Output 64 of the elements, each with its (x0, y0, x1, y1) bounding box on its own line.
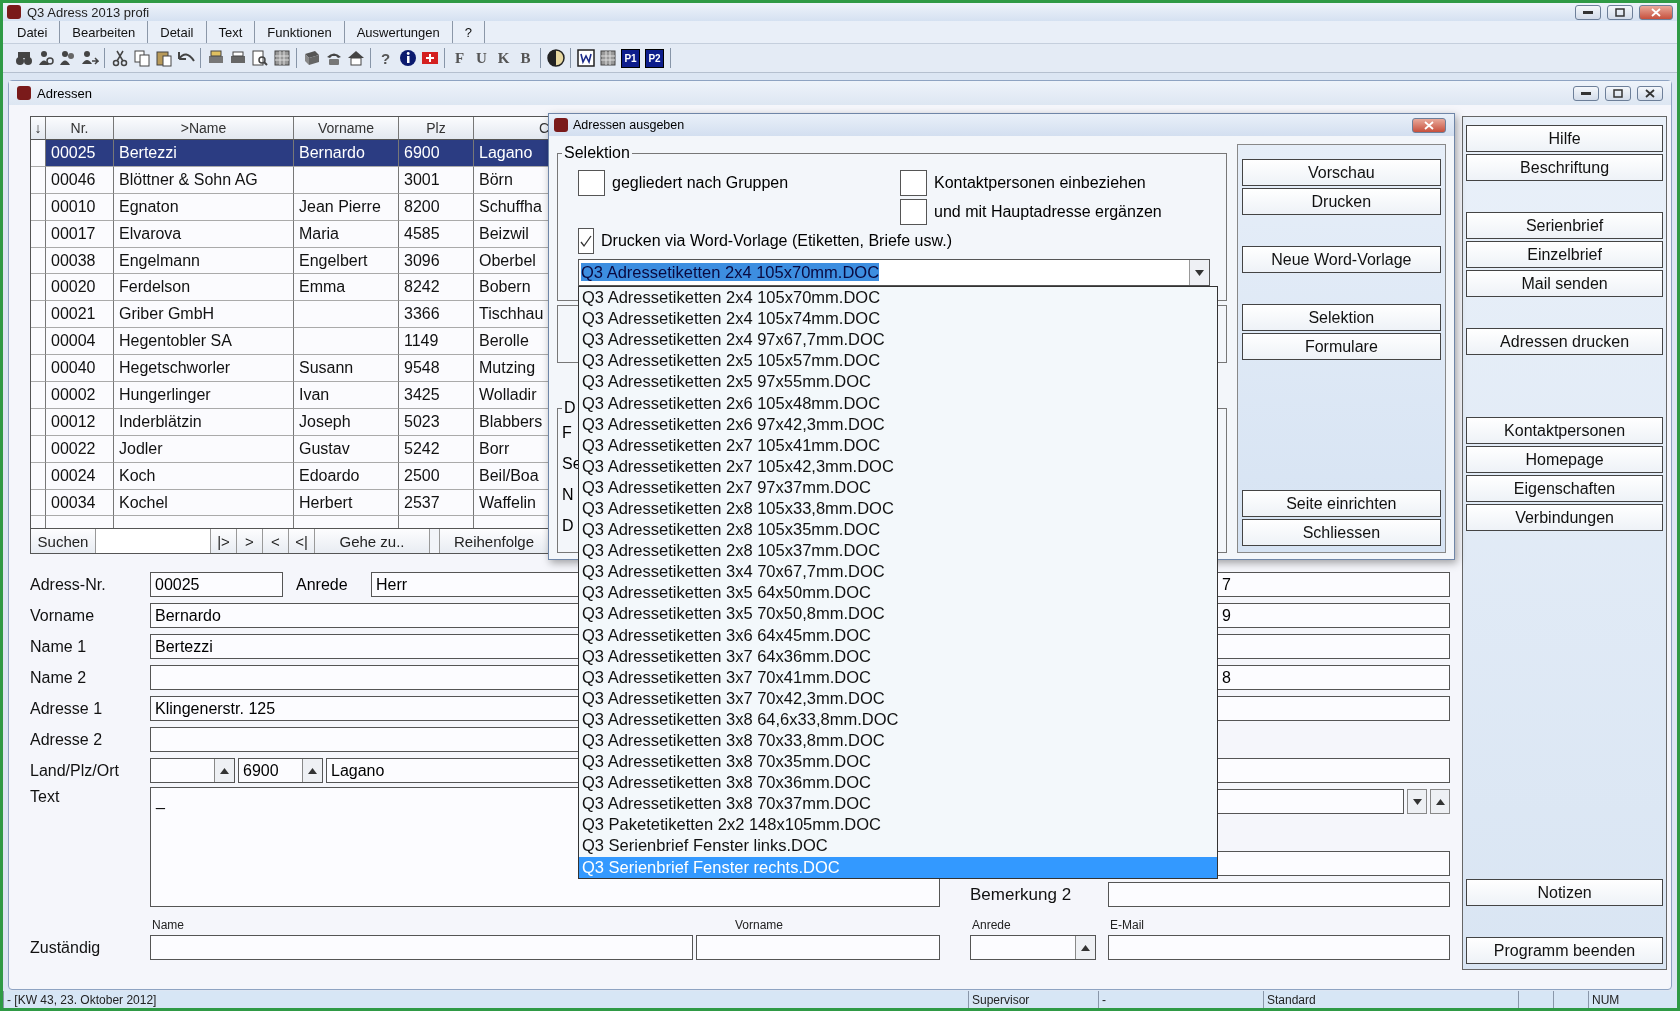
table-cell: Jean Pierre (294, 193, 399, 221)
table-cell: Joseph (294, 408, 399, 436)
field-label: Adresse 1 (30, 699, 104, 718)
table-cell: Egnaton (114, 193, 294, 221)
table-cell: Bertezzi (114, 140, 294, 167)
table-cell: 3425 (399, 382, 474, 409)
checkbox-label: und mit Hauptadresse ergänzen (934, 202, 1162, 221)
table-cell: 00025 (46, 140, 114, 167)
table-cell: 00017 (46, 220, 114, 248)
table-cell: Inderblätzin (114, 408, 294, 436)
table-cell: 5242 (399, 435, 474, 463)
table-cell: Jodler (114, 435, 294, 463)
table-cell: Edoardo (294, 462, 399, 490)
status-text: - [KW 43, 23. Oktober 2012] (3, 991, 968, 1008)
table-cell: Koch (114, 462, 294, 490)
table-cell: 00022 (46, 435, 114, 463)
window-title: Adressen (37, 85, 93, 101)
dialog-title: Adressen ausgeben (573, 118, 686, 132)
table-cell: 00024 (46, 462, 114, 490)
table-cell: Ivan (294, 382, 399, 409)
field-label: Name 2 (30, 668, 88, 687)
field-label: Zuständig (30, 938, 102, 957)
table-cell: Maria (294, 220, 399, 248)
status-user: Supervisor (968, 991, 1098, 1008)
table-cell: 00046 (46, 166, 114, 194)
table-cell: 6900 (399, 140, 474, 167)
field-label: Adress-Nr. (30, 575, 107, 594)
table-cell: 00012 (46, 408, 114, 436)
table-cell: 5023 (399, 408, 474, 436)
field-label: Vorname (30, 606, 96, 625)
status-text: Standard (1263, 991, 1518, 1008)
table-cell: 3001 (399, 166, 474, 194)
group-title: D (563, 399, 577, 417)
table-cell: 8200 (399, 193, 474, 221)
field-label: Name 1 (30, 637, 88, 656)
table-cell: Elvarova (114, 220, 294, 248)
table-cell: Bernardo (294, 140, 399, 167)
group-title: Selektion (563, 144, 631, 162)
window-title: Q3 Adress 2013 profi (27, 4, 151, 20)
field-label: D (562, 516, 574, 536)
field-label: Name (151, 918, 185, 933)
field-label: E-Mail (1109, 918, 1144, 933)
table-cell: Gustav (294, 435, 399, 463)
checkbox-label: Kontaktpersonen einbeziehen (934, 173, 1146, 192)
table-cell: 2500 (399, 462, 474, 490)
status-text: - (1098, 991, 1263, 1008)
dropdown-value: Q3 Adressetiketten 2x4 105x70mm.DOC (581, 263, 880, 281)
checkbox-label: Drucken via Word-Vorlage (Etiketten, Briefe usw.) (601, 231, 952, 250)
table-cell: 00002 (46, 382, 114, 409)
field-label: Land/Plz/Ort (30, 761, 120, 780)
checkbox-label: gegliedert nach Gruppen (612, 173, 789, 192)
status-text: NUM (1588, 991, 1677, 1008)
table-cell: Blöttner & Sohn AG (114, 166, 294, 194)
field-label: Adresse 2 (30, 730, 104, 749)
field-label: Text (30, 788, 61, 807)
field-label: Anrede (295, 575, 349, 594)
field-label: Bemerkung 2 (970, 884, 1073, 905)
field-label: N (562, 485, 574, 505)
table-cell: 00010 (46, 193, 114, 221)
field-label: Anrede (971, 918, 1011, 933)
table-cell: Hungerlinger (114, 382, 294, 409)
field-label: Vorname (734, 918, 784, 933)
table-cell: 4585 (399, 220, 474, 248)
field-label: F (562, 423, 572, 443)
